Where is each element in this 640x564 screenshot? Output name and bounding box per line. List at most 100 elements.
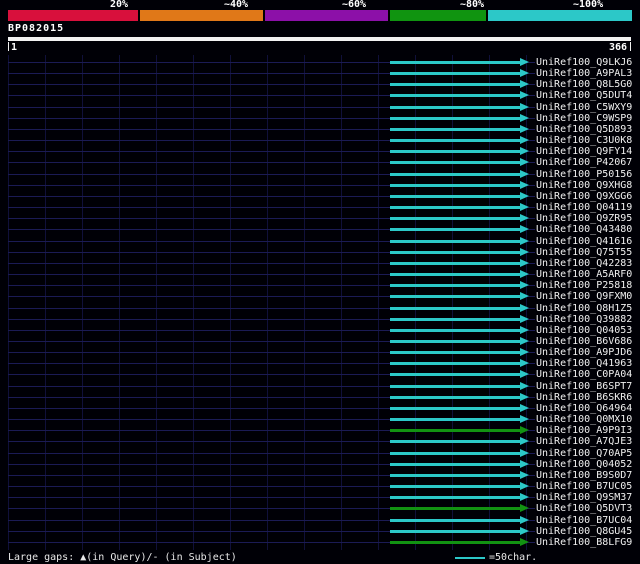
hit-bar[interactable] xyxy=(390,395,520,399)
hit-bar[interactable] xyxy=(390,507,520,511)
hit-label[interactable]: UniRef100_Q9XGG6 xyxy=(536,191,632,202)
hit-label[interactable]: UniRef100_Q43480 xyxy=(536,224,632,235)
hit-bar[interactable] xyxy=(390,529,520,533)
hit-label[interactable]: UniRef100_B8LFG9 xyxy=(536,537,632,548)
hit-bar[interactable] xyxy=(390,172,520,176)
hit-bar[interactable] xyxy=(390,61,520,64)
hit-bar[interactable] xyxy=(390,418,520,422)
hit-bar[interactable] xyxy=(390,496,520,500)
hit-label[interactable]: UniRef100_Q5DUT4 xyxy=(536,90,632,101)
hit-label[interactable]: UniRef100_C0PA04 xyxy=(536,369,632,380)
hit-bar[interactable] xyxy=(390,217,520,221)
hit-label[interactable]: UniRef100_Q5D893 xyxy=(536,124,632,135)
hit-bar[interactable] xyxy=(390,273,520,277)
hit-bar[interactable] xyxy=(390,228,520,232)
hit-bar[interactable] xyxy=(390,139,520,143)
hit-label[interactable]: UniRef100_B6V686 xyxy=(536,336,632,347)
hit-label[interactable]: UniRef100_Q0MX10 xyxy=(536,414,632,425)
hit-row: UniRef100_B8LFG9 xyxy=(8,537,640,548)
hit-arrow-icon xyxy=(520,69,529,78)
hit-label[interactable]: UniRef100_Q5DVT3 xyxy=(536,503,632,514)
hit-label[interactable]: UniRef100_Q9LKJ6 xyxy=(536,57,632,68)
query-end-tick xyxy=(630,42,631,51)
hit-label[interactable]: UniRef100_Q41616 xyxy=(536,236,632,247)
hit-bar[interactable] xyxy=(390,406,520,410)
hit-label[interactable]: UniRef100_Q8GU45 xyxy=(536,526,632,537)
hit-arrow-icon xyxy=(520,225,529,234)
hit-label[interactable]: UniRef100_Q9FXM0 xyxy=(536,291,632,302)
hit-label[interactable]: UniRef100_B7UC05 xyxy=(536,481,632,492)
hit-label[interactable]: UniRef100_Q04119 xyxy=(536,202,632,213)
hit-bar[interactable] xyxy=(390,183,520,187)
hit-label[interactable]: UniRef100_Q9FY14 xyxy=(536,146,632,157)
hit-bar[interactable] xyxy=(390,373,520,377)
hit-label[interactable]: UniRef100_A9P9I3 xyxy=(536,425,632,436)
hit-label[interactable]: UniRef100_P25818 xyxy=(536,280,632,291)
hit-label[interactable]: UniRef100_Q9XHG8 xyxy=(536,180,632,191)
hit-label[interactable]: UniRef100_A5ARF0 xyxy=(536,269,632,280)
hit-arrow-icon xyxy=(520,314,529,323)
hit-bar[interactable] xyxy=(390,127,520,131)
hit-bar[interactable] xyxy=(390,306,520,310)
hit-label[interactable]: UniRef100_P50156 xyxy=(536,169,632,180)
hit-bar[interactable] xyxy=(390,239,520,243)
hit-label[interactable]: UniRef100_Q75T55 xyxy=(536,247,632,258)
hit-bar[interactable] xyxy=(390,451,520,455)
hit-label[interactable]: UniRef100_A7QJE3 xyxy=(536,436,632,447)
hit-bar[interactable] xyxy=(390,206,520,210)
hit-bar[interactable] xyxy=(390,440,520,444)
hit-arrow-icon xyxy=(520,381,529,390)
hit-bar[interactable] xyxy=(390,116,520,120)
hit-bar[interactable] xyxy=(390,351,520,355)
hit-bar[interactable] xyxy=(390,284,520,288)
hit-bar[interactable] xyxy=(390,540,520,544)
hit-bar[interactable] xyxy=(390,362,520,366)
hit-label[interactable]: UniRef100_Q8H1Z5 xyxy=(536,303,632,314)
hit-label[interactable]: UniRef100_P42067 xyxy=(536,157,632,168)
hit-label[interactable]: UniRef100_A9PAL3 xyxy=(536,68,632,79)
hit-bar[interactable] xyxy=(390,462,520,466)
hit-label[interactable]: UniRef100_Q04052 xyxy=(536,459,632,470)
hit-bar[interactable] xyxy=(390,317,520,321)
hit-bar[interactable] xyxy=(390,340,520,343)
hit-bar[interactable] xyxy=(390,384,520,388)
hit-bar[interactable] xyxy=(390,194,520,198)
key-label-40: ~40% xyxy=(224,0,249,10)
hit-arrow-icon xyxy=(520,203,529,212)
hit-row: UniRef100_Q43480 xyxy=(8,224,640,235)
hit-bar[interactable] xyxy=(390,105,520,109)
hit-label[interactable]: UniRef100_Q04053 xyxy=(536,325,632,336)
hit-label[interactable]: UniRef100_Q70AP5 xyxy=(536,448,632,459)
hit-bar[interactable] xyxy=(390,295,520,299)
hit-label[interactable]: UniRef100_C3U0K8 xyxy=(536,135,632,146)
hit-bar[interactable] xyxy=(390,261,520,265)
identity-key-segment xyxy=(140,10,265,21)
hit-label[interactable]: UniRef100_B6SPT7 xyxy=(536,381,632,392)
hit-label[interactable]: UniRef100_B9S0D7 xyxy=(536,470,632,481)
hit-bar[interactable] xyxy=(390,429,520,433)
hit-label[interactable]: UniRef100_C9WSP9 xyxy=(536,113,632,124)
hit-bar[interactable] xyxy=(390,72,520,76)
hit-bar[interactable] xyxy=(390,328,520,332)
hit-bar[interactable] xyxy=(390,150,520,154)
hit-label[interactable]: UniRef100_Q42283 xyxy=(536,258,632,269)
hit-label[interactable]: UniRef100_B6SKR6 xyxy=(536,392,632,403)
hit-bar[interactable] xyxy=(390,473,520,477)
hit-bar[interactable] xyxy=(390,94,520,98)
hit-label[interactable]: UniRef100_Q64964 xyxy=(536,403,632,414)
hit-bar[interactable] xyxy=(390,83,520,87)
hit-bar[interactable] xyxy=(390,485,520,489)
hit-label[interactable]: UniRef100_Q9SM37 xyxy=(536,492,632,503)
hit-label[interactable]: UniRef100_Q41963 xyxy=(536,358,632,369)
hit-bar[interactable] xyxy=(390,250,520,254)
hit-label[interactable]: UniRef100_Q8L5G0 xyxy=(536,79,632,90)
hit-label[interactable]: UniRef100_A9PJD6 xyxy=(536,347,632,358)
hit-label[interactable]: UniRef100_Q9ZR95 xyxy=(536,213,632,224)
hit-label[interactable]: UniRef100_C5WXY9 xyxy=(536,102,632,113)
hit-bar[interactable] xyxy=(390,161,520,165)
hit-label[interactable]: UniRef100_B7UC04 xyxy=(536,515,632,526)
hit-bar[interactable] xyxy=(390,518,520,522)
hit-label[interactable]: UniRef100_Q39882 xyxy=(536,314,632,325)
hit-row: UniRef100_Q9FXM0 xyxy=(8,291,640,302)
hit-row: UniRef100_Q9XHG8 xyxy=(8,180,640,191)
